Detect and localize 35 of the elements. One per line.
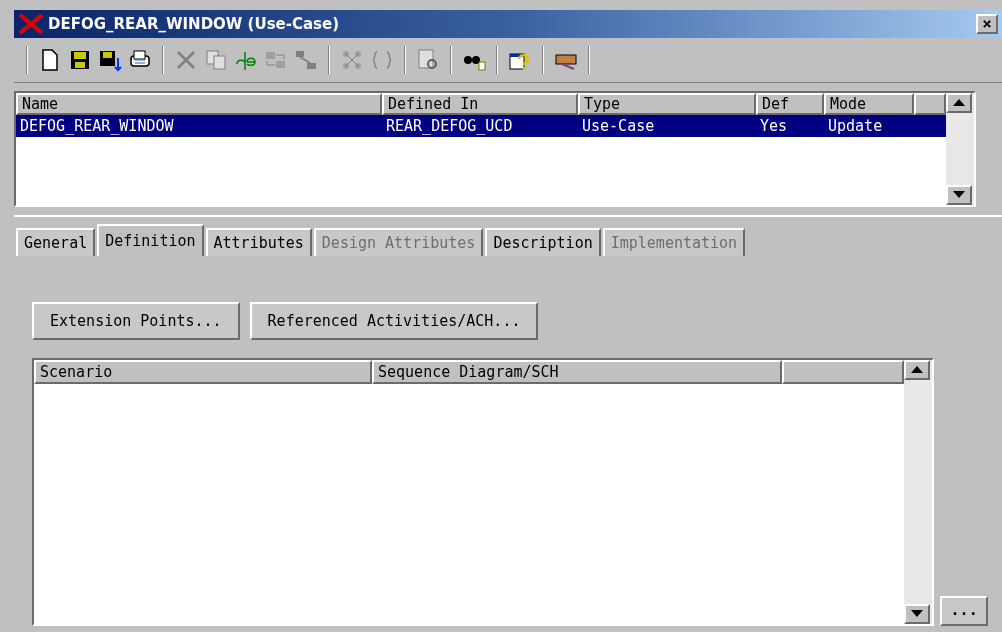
column-header[interactable]: Defined In: [382, 92, 578, 115]
column-header[interactable]: Type: [578, 92, 756, 115]
up-arrow-icon: [911, 366, 924, 374]
up-arrow-icon: [953, 99, 965, 107]
list-cell-text: Update: [827, 115, 884, 137]
column-header[interactable]: Mode: [824, 92, 914, 115]
tab[interactable]: Attributes: [205, 228, 312, 256]
window-title: DEFOG_REAR_WINDOW (Use-Case): [48, 13, 340, 35]
more-button[interactable]: ...: [940, 596, 988, 626]
scroll-down-button[interactable]: [904, 604, 931, 624]
column-header[interactable]: [782, 360, 905, 384]
list-cell-text: Yes: [759, 115, 789, 137]
list-cell-text: Use-Case: [581, 115, 656, 137]
dialog-button[interactable]: Extension Points...: [32, 302, 240, 340]
close-button[interactable]: ×: [976, 13, 998, 34]
column-header[interactable]: Scenario: [34, 360, 372, 384]
dialog-button[interactable]: Referenced Activities/ACH...: [249, 302, 539, 340]
scrollbar[interactable]: [904, 360, 933, 624]
column-header[interactable]: Sequence Diagram/SCH: [372, 360, 782, 384]
scroll-up-button[interactable]: [946, 92, 972, 113]
down-arrow-icon: [953, 191, 965, 199]
scroll-up-button[interactable]: [904, 360, 931, 380]
column-header[interactable]: Def: [756, 92, 824, 115]
column-header[interactable]: [914, 92, 946, 115]
x-logo-icon: [18, 13, 44, 34]
scrollbar[interactable]: [946, 92, 974, 205]
list-cell-text: DEFOG_REAR_WINDOW: [19, 115, 175, 137]
list-cell-text: REAR_DEFOG_UCD: [385, 115, 514, 137]
scroll-down-button[interactable]: [946, 184, 972, 205]
tab[interactable]: Description: [485, 228, 601, 256]
column-header[interactable]: Name: [16, 92, 382, 115]
down-arrow-icon: [911, 610, 924, 618]
list-row[interactable]: DEFOG_REAR_WINDOW REAR_DEFOG_UCD Use-Case Yes Update: [16, 114, 946, 137]
tab[interactable]: Definition: [97, 224, 204, 256]
tab[interactable]: General: [16, 228, 96, 256]
